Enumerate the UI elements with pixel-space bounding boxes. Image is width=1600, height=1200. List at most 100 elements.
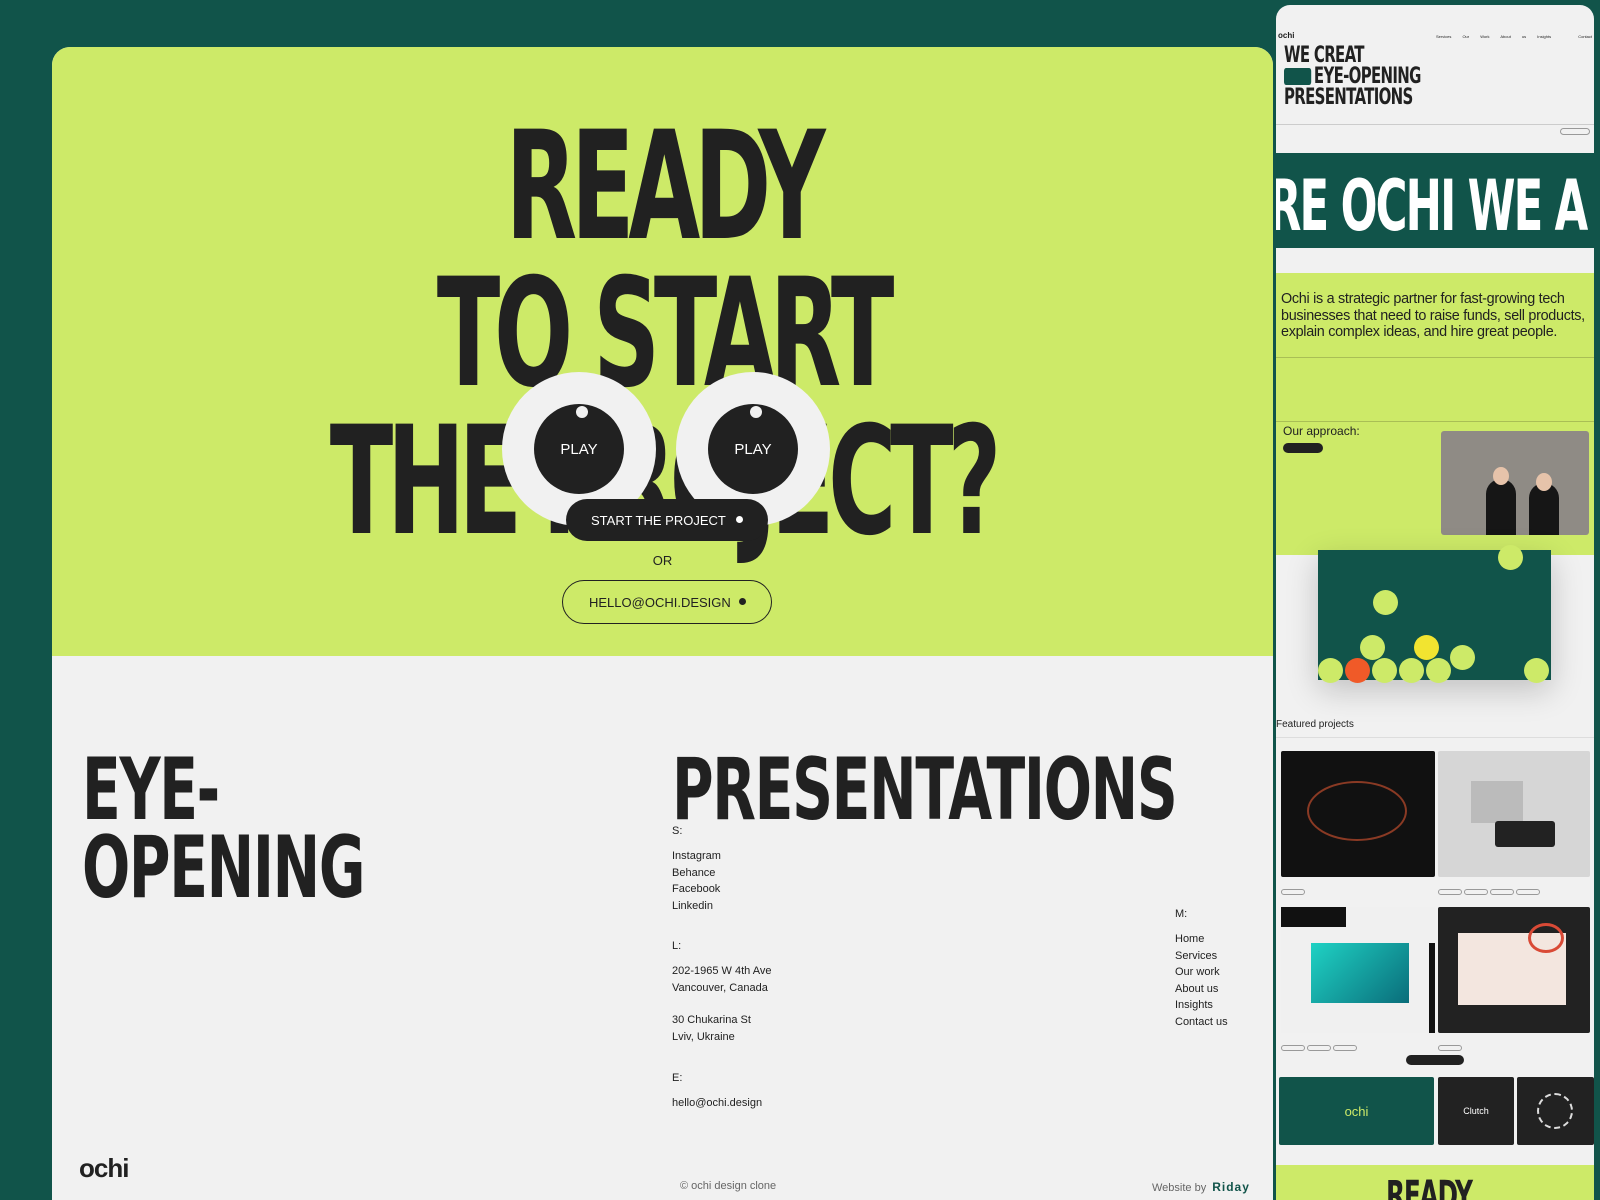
footer-heading-opening: OPENING — [82, 818, 365, 918]
menu-label: M: — [1175, 908, 1188, 920]
dot-shape — [1360, 635, 1385, 660]
project-card-premium-blend[interactable] — [1438, 907, 1590, 1033]
menu-link-insights[interactable]: Insights — [1175, 997, 1228, 1014]
preview-marquee: RE OCHI WE A — [1276, 153, 1594, 248]
footer-heading-left: EYE- OPENING — [82, 747, 365, 918]
play-label: PLAY — [560, 440, 598, 458]
view-all-case-studies-button[interactable] — [1406, 1055, 1464, 1065]
menu-link-our-work[interactable]: Our work — [1175, 964, 1228, 981]
footer-logo[interactable]: ochi — [79, 1153, 129, 1184]
project-card-vise[interactable] — [1281, 907, 1435, 1033]
website-by-label: Website by — [1152, 1182, 1207, 1194]
preview-hero-bottom-row — [1276, 124, 1594, 135]
preview-about-section: Ochi is a strategic partner for fast-gro… — [1276, 273, 1594, 555]
address-line: 202-1965 W 4th Ave — [672, 965, 772, 977]
social-link-linkedin[interactable]: Linkedin — [672, 898, 721, 915]
preview-navbar: ochi Services Our Work About us Insights… — [1278, 31, 1594, 40]
or-text: OR — [652, 553, 673, 568]
image-placeholder — [1471, 781, 1523, 823]
social-link-facebook[interactable]: Facebook — [672, 881, 721, 898]
main-panel: READY TO START THE PROJECT? PLAY PLAY ST… — [52, 47, 1273, 1200]
dot-shape — [1345, 658, 1370, 683]
social-link-instagram[interactable]: Instagram — [672, 848, 721, 865]
play-button-left[interactable]: PLAY — [534, 404, 624, 494]
pupil-highlight — [576, 406, 588, 418]
email-label: E: — [672, 1072, 683, 1084]
location-lviv: 30 Chukarina St Lviv, Ukraine — [672, 1012, 751, 1045]
project-tags — [1281, 1038, 1359, 1051]
ring-graphic — [1307, 781, 1407, 841]
preview-approach-title: Our approach: — [1283, 424, 1360, 438]
email-button-label: HELLO@OCHI.DESIGN — [589, 594, 731, 610]
preview-logo[interactable]: ochi — [1278, 31, 1294, 40]
award-card-badge[interactable] — [1517, 1077, 1594, 1145]
preview-nav-links[interactable]: Services Our Work About us Insights — [1436, 34, 1551, 39]
menu-link-services[interactable]: Services — [1175, 948, 1228, 965]
project-tags — [1438, 1038, 1464, 1051]
socials-list: Instagram Behance Facebook Linkedin — [672, 848, 721, 914]
dot-icon — [736, 516, 743, 523]
divider — [1276, 357, 1594, 358]
locations-label: L: — [672, 940, 682, 952]
project-card-fyde[interactable] — [1438, 751, 1590, 877]
team-photo — [1441, 431, 1589, 535]
preview-start-button[interactable] — [1560, 128, 1590, 135]
divider — [1276, 737, 1594, 738]
person-head — [1493, 467, 1509, 485]
dot-shape — [1318, 658, 1343, 683]
start-project-label: START THE PROJECT — [591, 512, 726, 528]
footer-heading-right: PRESENTATIONS — [672, 740, 1178, 840]
person-silhouette — [1486, 479, 1516, 535]
start-project-button[interactable]: START THE PROJECT — [566, 499, 768, 541]
dot-icon — [739, 598, 746, 605]
award-card-ochi[interactable]: ochi — [1279, 1077, 1434, 1145]
tag — [1438, 889, 1462, 895]
project-tags — [1438, 882, 1542, 895]
tag — [1281, 889, 1305, 895]
menu-link-contact-us[interactable]: Contact us — [1175, 1014, 1228, 1031]
dot-shape — [1498, 545, 1523, 570]
project-tags — [1281, 882, 1307, 895]
social-link-behance[interactable]: Behance — [672, 865, 721, 882]
address-line: Vancouver, Canada — [672, 981, 768, 994]
menu-link-home[interactable]: Home — [1175, 931, 1228, 948]
seal-icon — [1537, 1093, 1573, 1129]
tag — [1464, 889, 1488, 895]
menu-link-about-us[interactable]: About us — [1175, 981, 1228, 998]
tag — [1281, 1045, 1305, 1051]
play-button-right[interactable]: PLAY — [708, 404, 798, 494]
dot-shape — [1524, 658, 1549, 683]
preview-hero-heading: WE CREAT EYE-OPENING PRESENTATIONS — [1284, 43, 1421, 109]
dot-shape — [1450, 645, 1475, 670]
play-label: PLAY — [734, 440, 772, 458]
agency-link[interactable]: Riday — [1212, 1180, 1250, 1194]
dot-shape — [1399, 658, 1424, 683]
footer-menu: Home Services Our work About us Insights… — [1175, 931, 1228, 1030]
email-button[interactable]: HELLO@OCHI.DESIGN — [562, 580, 772, 624]
tag — [1307, 1045, 1331, 1051]
preview-marquee-text: RE OCHI WE A — [1276, 165, 1588, 247]
tag — [1333, 1045, 1357, 1051]
preview-ready-text: READY — [1386, 1173, 1473, 1200]
address-line: 30 Chukarina St — [672, 1014, 751, 1026]
cta-heading-line-2: TO START — [436, 247, 895, 421]
preview-read-more-button[interactable] — [1283, 443, 1323, 453]
location-vancouver: 202-1965 W 4th Ave Vancouver, Canada — [672, 963, 771, 996]
page-preview: ochi Services Our Work About us Insights… — [1276, 5, 1594, 1200]
socials-label: S: — [672, 825, 683, 837]
preview-hero-thumbnail — [1284, 68, 1312, 85]
project-card-salience[interactable] — [1281, 751, 1435, 877]
dot-shape — [1414, 635, 1439, 660]
tag — [1516, 889, 1540, 895]
person-head — [1536, 473, 1552, 491]
footer-email-link[interactable]: hello@ochi.design — [672, 1095, 762, 1112]
tag — [1438, 1045, 1462, 1051]
dot-shape — [1373, 590, 1398, 615]
preview-about-text: Ochi is a strategic partner for fast-gro… — [1281, 291, 1585, 340]
award-card-clutch[interactable]: Clutch — [1438, 1077, 1514, 1145]
preview-hero-line: WE CREAT — [1284, 43, 1365, 68]
dot-shape — [1426, 658, 1451, 683]
cup-graphic — [1528, 923, 1564, 953]
copyright-text: © ochi design clone — [680, 1180, 777, 1192]
preview-nav-contact[interactable]: Contact — [1578, 34, 1592, 39]
